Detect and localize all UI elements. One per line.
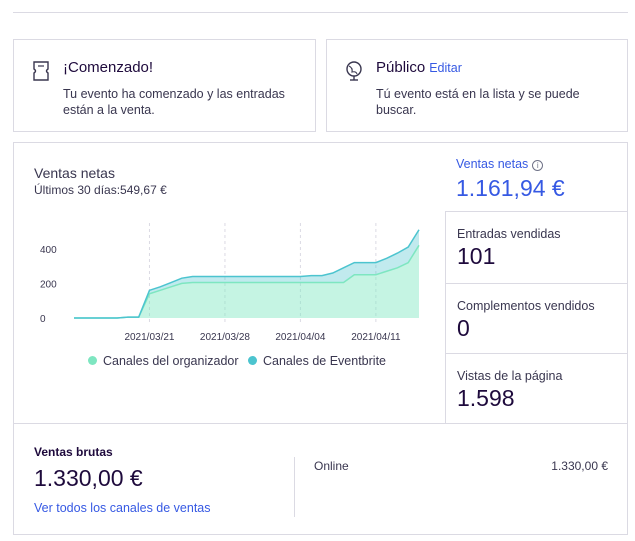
event-public-description: Tú evento está en la lista y se puede bu… [376, 87, 580, 117]
gross-sales-label: Ventas brutas [34, 445, 113, 459]
metric-addons-sold-value: 0 [457, 315, 470, 341]
metric-tickets-sold: Entradas vendidas 101 [445, 211, 628, 283]
metric-net-sales-label: Ventas netas [456, 157, 529, 171]
x-tick-label: 2021/04/04 [275, 332, 325, 343]
net-sales-chart[interactable]: 2021/03/21 2021/03/28 2021/04/04 2021/04/11… [24, 223, 424, 348]
channel-online-label: Online [314, 459, 349, 473]
top-divider [13, 12, 628, 13]
legend-label-eventbrite: Canales de Eventbrite [263, 354, 386, 368]
globe-icon [346, 61, 362, 81]
metric-tickets-sold-label: Entradas vendidas [457, 227, 561, 241]
view-all-sales-channels-link[interactable]: Ver todos los canales de ventas [34, 501, 211, 515]
event-started-card: ¡Comenzado! Tu evento ha comenzado y las… [13, 39, 316, 132]
public-status-label: Público [376, 59, 426, 76]
legend-dot-eventbrite [248, 356, 257, 365]
metric-page-views-value: 1.598 [457, 385, 515, 411]
legend-dot-organizer [88, 356, 97, 365]
metric-net-sales-value: 1.161,94 € [456, 175, 565, 201]
metric-net-sales-label-row: Ventas netas i [456, 157, 544, 171]
x-tick-label: 2021/04/11 [351, 332, 401, 343]
metric-page-views: Vistas de la página 1.598 [445, 353, 628, 423]
ticket-icon [33, 61, 49, 81]
sales-stats-panel: Ventas netas Últimos 30 días:549,67 € 20… [13, 142, 628, 535]
gross-sales-divider [14, 423, 627, 424]
event-started-description: Tu evento ha comenzado y las entradas es… [63, 87, 285, 117]
chart-title: Ventas netas [34, 165, 115, 181]
edit-visibility-link[interactable]: Editar [429, 61, 462, 75]
legend-item-organizer[interactable]: Canales del organizador [88, 354, 239, 368]
metric-page-views-label: Vistas de la página [457, 369, 563, 383]
y-tick-label: 200 [40, 279, 57, 290]
event-started-title: ¡Comenzado! [63, 59, 154, 76]
x-tick-label: 2021/03/21 [124, 332, 174, 343]
legend-label-organizer: Canales del organizador [103, 354, 239, 368]
chart-subtitle: Últimos 30 días:549,67 € [34, 183, 167, 197]
legend-item-eventbrite[interactable]: Canales de Eventbrite [248, 354, 386, 368]
event-public-card: Público Editar Tú evento está en la lista… [326, 39, 628, 132]
event-public-title: Público Editar [376, 59, 462, 76]
channel-online-value: 1.330,00 € [551, 459, 608, 473]
metric-addons-sold: Complementos vendidos 0 [445, 283, 628, 353]
y-tick-label: 0 [40, 314, 46, 325]
gross-sales-value: 1.330,00 € [34, 465, 143, 491]
y-tick-label: 400 [40, 245, 57, 256]
metric-net-sales: Ventas netas i 1.161,94 € [445, 143, 628, 211]
metric-tickets-sold-value: 101 [457, 243, 496, 269]
x-tick-label: 2021/03/28 [200, 332, 250, 343]
info-icon[interactable]: i [532, 160, 544, 171]
metric-addons-sold-label: Complementos vendidos [457, 299, 595, 313]
gross-sales-vertical-divider [294, 457, 295, 517]
